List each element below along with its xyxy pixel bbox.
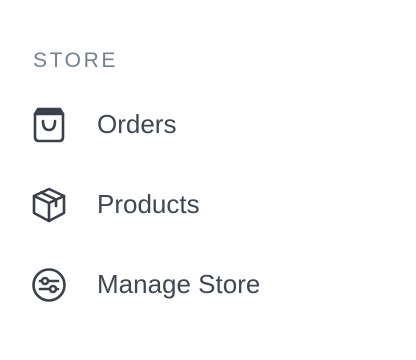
sidebar-item-manage-store[interactable]: Manage Store [20,252,390,316]
store-nav-panel: STORE Orders Products Manage Store [0,0,416,360]
sidebar-item-products[interactable]: Products [20,172,390,236]
settings-sliders-icon [30,266,68,304]
section-heading-store: STORE [33,49,118,72]
package-box-icon [30,186,68,224]
sidebar-item-orders-label: Orders [97,109,177,139]
sidebar-item-manage-store-label: Manage Store [97,269,261,299]
shopping-bag-icon [30,106,68,144]
sidebar-item-orders[interactable]: Orders [20,92,390,156]
sidebar-item-products-label: Products [97,189,200,219]
